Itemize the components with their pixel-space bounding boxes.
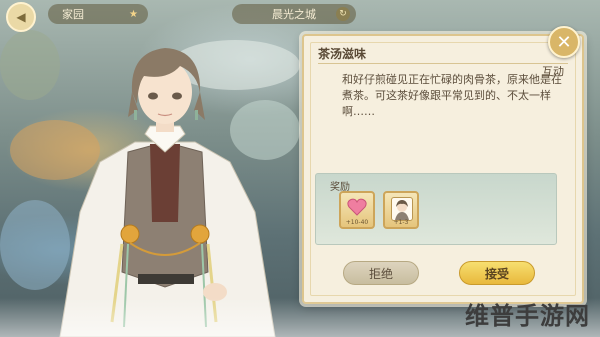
tab-home[interactable]: 家园 ★: [48, 4, 148, 24]
reward-item-portrait[interactable]: +1-3: [383, 191, 419, 229]
tab-home-label: 家园: [62, 8, 84, 21]
dialog-header: 茶汤滋味 互动: [318, 45, 568, 78]
title-divider: [318, 63, 568, 64]
story-text: 和好仔煎碰见正在忙碌的肉骨茶，原来他是在煮茶。可这茶好像跟平常见到的、不太一样啊…: [342, 73, 562, 118]
reward-count: +1-3: [393, 219, 409, 226]
close-icon: ✕: [556, 31, 572, 53]
back-icon[interactable]: ◀: [6, 2, 36, 32]
character-portrait: [59, 48, 276, 337]
event-dialog: 茶汤滋味 互动 和好仔煎碰见正在忙碌的肉骨茶，原来他是在煮茶。可这茶好像跟平常见…: [302, 34, 584, 304]
close-button[interactable]: ✕: [548, 26, 580, 58]
portrait-card-icon: [391, 197, 413, 221]
decline-button[interactable]: 拒绝: [343, 261, 419, 285]
heart-icon: [347, 198, 367, 216]
star-icon: ★: [129, 8, 138, 20]
watermark: 维普手游网: [465, 302, 590, 330]
dialog-title: 茶汤滋味: [318, 47, 367, 61]
tab-location[interactable]: 晨光之城 ↻: [232, 4, 356, 24]
reward-count: +10-40: [345, 219, 369, 226]
reward-panel: 奖励 +10-40 +1-3: [315, 173, 557, 245]
refresh-icon[interactable]: ↻: [336, 7, 350, 21]
tab-location-label: 晨光之城: [272, 8, 316, 21]
accept-button[interactable]: 接受: [459, 261, 535, 285]
reward-item-heart[interactable]: +10-40: [339, 191, 375, 229]
